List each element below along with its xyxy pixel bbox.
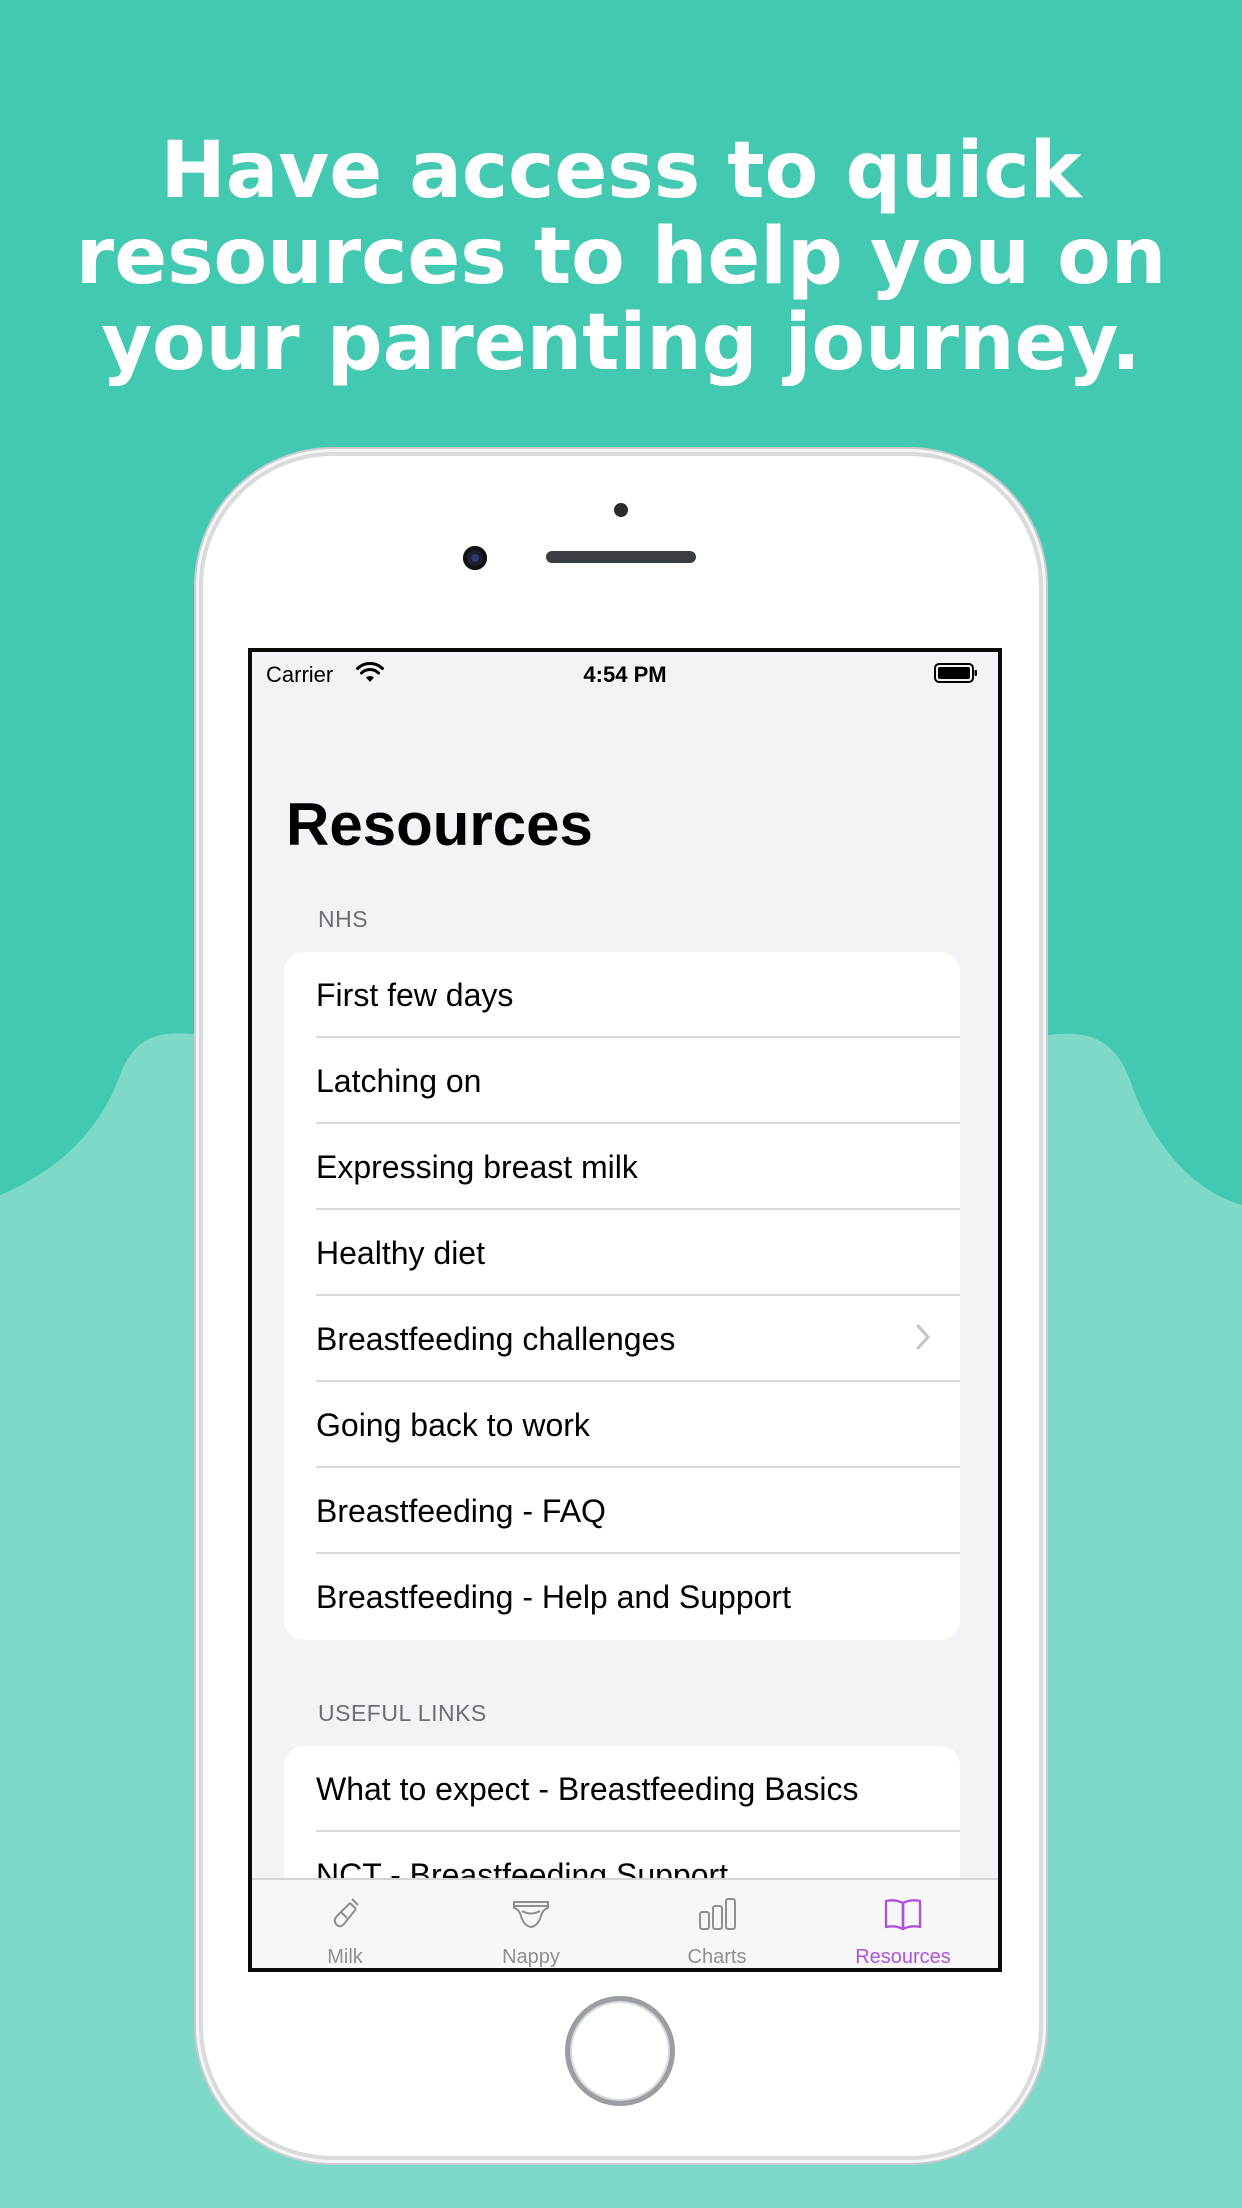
list-item-label: Breastfeeding - FAQ <box>316 1492 606 1529</box>
tab-label: Resources <box>855 1946 951 1968</box>
tab-label: Charts <box>687 1946 747 1968</box>
list-item-label: Expressing breast milk <box>316 1148 638 1185</box>
front-camera <box>463 546 487 570</box>
tab-milk[interactable]: Milk <box>252 1880 438 1968</box>
app-screen: Carrier 4:54 PM Resources NHS First few … <box>248 648 1002 1972</box>
status-time: 4:54 PM <box>583 662 667 687</box>
volume-down-button <box>196 915 203 1025</box>
tab-bar: Milk Nappy Charts Resources <box>252 1878 998 1968</box>
list-item-label: First few days <box>316 976 514 1013</box>
headline-line-3: your parenting journey. <box>101 298 1141 388</box>
headline-line-1: Have access to quick <box>160 126 1082 216</box>
chevron-right-icon <box>916 1324 930 1350</box>
list-item-label: Healthy diet <box>316 1234 485 1271</box>
list-item[interactable]: Breastfeeding challenges <box>284 1296 960 1382</box>
tab-nappy[interactable]: Nappy <box>438 1880 624 1968</box>
page-title: Resources <box>286 791 593 858</box>
proximity-sensor <box>614 503 628 517</box>
list-item-label: Breastfeeding - Help and Support <box>316 1578 791 1615</box>
list-item-label: Latching on <box>316 1062 482 1099</box>
list-item[interactable]: Breastfeeding - FAQ <box>284 1468 960 1554</box>
list-item[interactable]: Going back to work <box>284 1382 960 1468</box>
section-header-nhs: NHS <box>318 906 369 932</box>
status-bar: Carrier 4:54 PM <box>252 652 998 692</box>
list-item[interactable]: Healthy diet <box>284 1210 960 1296</box>
list-item[interactable]: What to expect - Breastfeeding Basics <box>284 1746 960 1832</box>
tab-resources[interactable]: Resources <box>810 1880 996 1968</box>
list-item[interactable]: Breastfeeding - Help and Support <box>284 1554 960 1640</box>
volume-up-button <box>196 780 203 890</box>
bar-chart-icon <box>699 1898 736 1930</box>
nhs-list: First few days Latching on Expressing br… <box>284 952 960 1640</box>
tab-charts[interactable]: Charts <box>624 1880 810 1968</box>
list-item[interactable]: First few days <box>284 952 960 1038</box>
nappy-icon <box>513 1901 549 1928</box>
list-item-label: What to expect - Breastfeeding Basics <box>316 1770 859 1807</box>
mute-switch <box>196 655 203 715</box>
headline-line-2: resources to help you on <box>75 212 1167 302</box>
headline: Have access to quick resources to help y… <box>0 128 1242 386</box>
tab-label: Milk <box>327 1946 363 1968</box>
book-icon <box>884 1899 922 1931</box>
list-item-label: Breastfeeding challenges <box>316 1320 676 1357</box>
section-header-useful-links: USEFUL LINKS <box>318 1700 487 1726</box>
list-item[interactable]: Expressing breast milk <box>284 1124 960 1210</box>
power-button <box>1039 780 1046 895</box>
battery-icon <box>934 663 977 683</box>
home-button[interactable] <box>565 1996 675 2106</box>
list-item-label: Going back to work <box>316 1406 590 1443</box>
tab-label: Nappy <box>502 1946 560 1968</box>
bottle-icon <box>333 1898 359 1928</box>
earpiece-speaker <box>546 551 696 563</box>
list-item[interactable]: Latching on <box>284 1038 960 1124</box>
